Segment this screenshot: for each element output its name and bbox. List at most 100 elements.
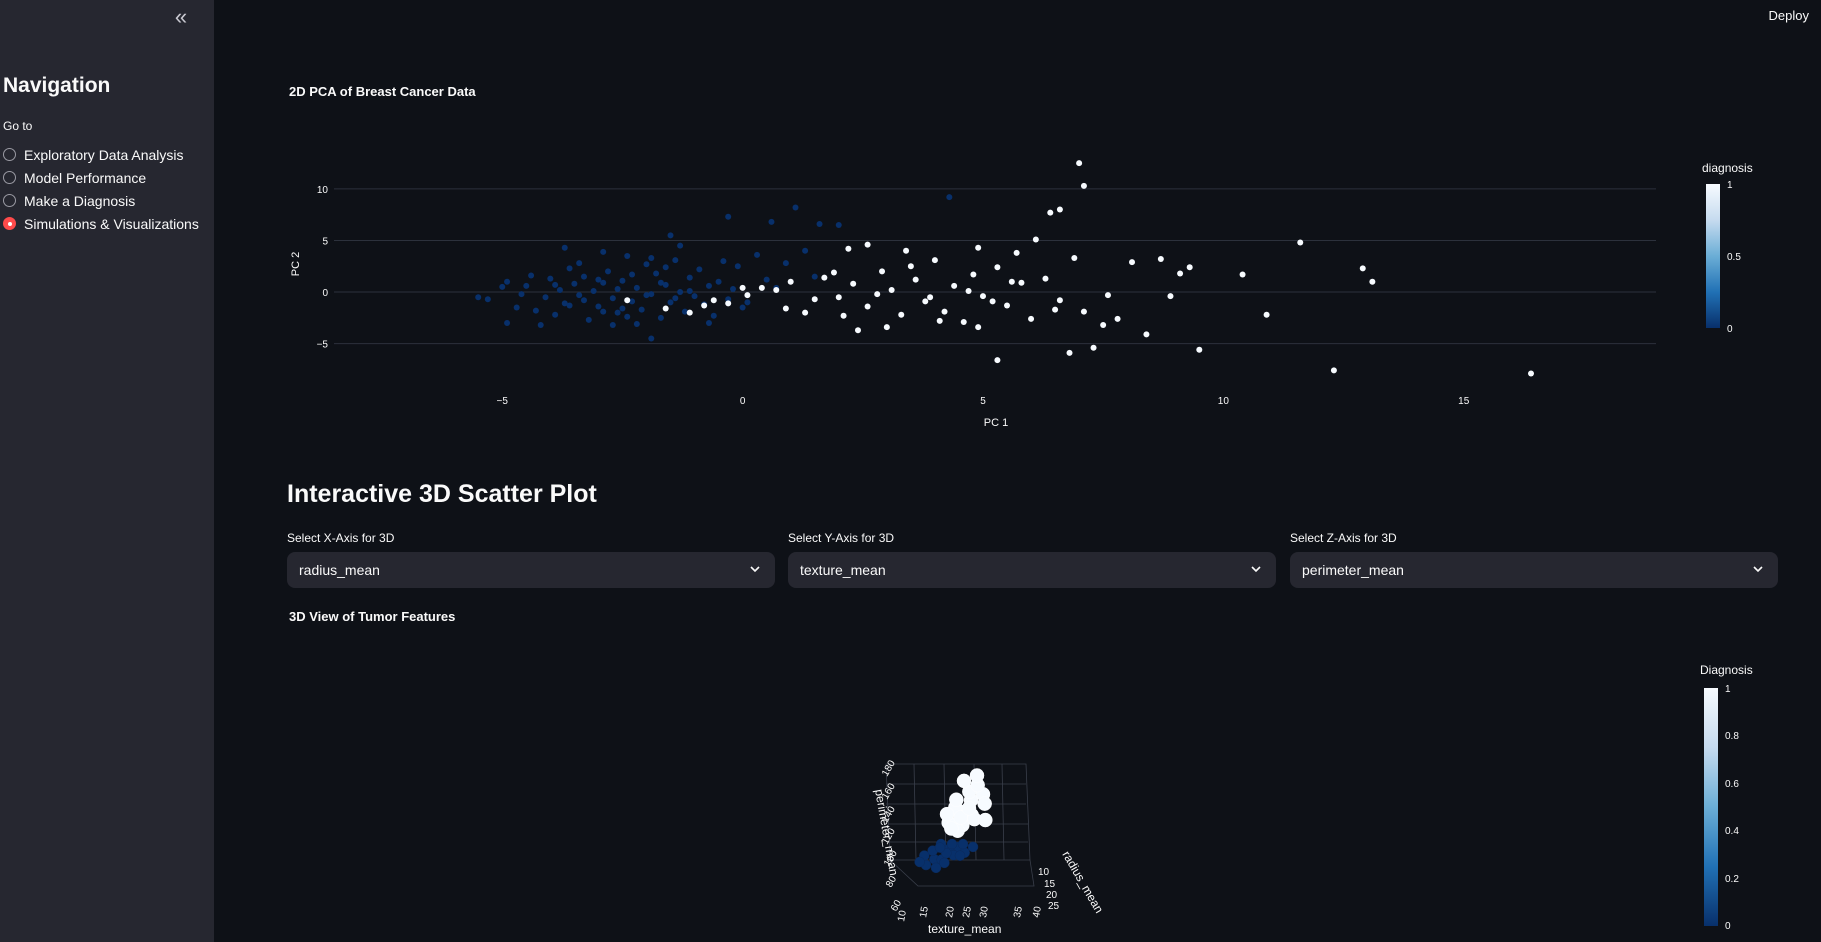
scatter-point-diagnosis-0[interactable] xyxy=(600,248,607,255)
scatter-point-diagnosis-0[interactable] xyxy=(576,292,583,299)
scatter-point-diagnosis-1[interactable] xyxy=(1100,322,1107,329)
scatter-point-diagnosis-0[interactable] xyxy=(667,299,674,306)
scatter-point-diagnosis-0[interactable] xyxy=(595,303,602,310)
scatter-point-diagnosis-0[interactable] xyxy=(556,286,563,293)
scatter-point-diagnosis-0[interactable] xyxy=(705,319,712,326)
scatter-point-diagnosis-1[interactable] xyxy=(941,308,948,315)
scatter-point-diagnosis-1[interactable] xyxy=(725,300,732,307)
scatter-point-diagnosis-1[interactable] xyxy=(1369,278,1376,285)
scatter-point-diagnosis-1[interactable] xyxy=(686,309,693,316)
chevrons-left-icon[interactable]: « xyxy=(168,4,194,30)
scatter-point-diagnosis-0[interactable] xyxy=(537,322,544,329)
scatter-point-diagnosis-1[interactable] xyxy=(1052,306,1059,313)
scatter-point-diagnosis-1[interactable] xyxy=(864,241,871,248)
scatter-point-diagnosis-1[interactable] xyxy=(970,271,977,278)
scatter-point-diagnosis-0[interactable] xyxy=(792,204,799,211)
scatter-point-diagnosis-0[interactable] xyxy=(715,278,722,285)
scatter-point-diagnosis-1[interactable] xyxy=(1186,264,1193,271)
scatter3d-chart[interactable]: 180 160 140 120 100 80 60 perimeter_mean… xyxy=(0,642,1821,942)
scatter-point-diagnosis-0[interactable] xyxy=(802,247,809,254)
scatter-point-diagnosis-1[interactable] xyxy=(1018,279,1025,286)
scatter3d-point-diagnosis-0[interactable] xyxy=(934,842,946,853)
y-axis-select[interactable]: texture_mean xyxy=(788,552,1276,588)
scatter-point-diagnosis-1[interactable] xyxy=(854,327,861,334)
scatter-point-diagnosis-0[interactable] xyxy=(595,276,602,283)
scatter-point-diagnosis-0[interactable] xyxy=(763,276,770,283)
scatter-point-diagnosis-0[interactable] xyxy=(734,263,741,270)
scatter-point-diagnosis-1[interactable] xyxy=(758,284,765,291)
scatter-point-diagnosis-0[interactable] xyxy=(624,313,631,320)
scatter-point-diagnosis-1[interactable] xyxy=(1157,256,1164,263)
scatter-point-diagnosis-1[interactable] xyxy=(874,291,881,298)
scatter-point-diagnosis-0[interactable] xyxy=(653,270,660,277)
scatter-point-diagnosis-1[interactable] xyxy=(1129,259,1136,266)
scatter-point-diagnosis-0[interactable] xyxy=(633,284,640,291)
scatter3d-point-diagnosis-0[interactable] xyxy=(946,838,958,850)
scatter-point-diagnosis-1[interactable] xyxy=(1196,346,1203,353)
scatter-point-diagnosis-0[interactable] xyxy=(720,258,727,265)
scatter-point-diagnosis-1[interactable] xyxy=(1047,209,1054,216)
scatter-point-diagnosis-1[interactable] xyxy=(840,312,847,319)
scatter-point-diagnosis-0[interactable] xyxy=(739,304,746,311)
scatter-point-diagnosis-1[interactable] xyxy=(1359,265,1366,272)
scatter-point-diagnosis-0[interactable] xyxy=(648,335,655,342)
scatter-point-diagnosis-1[interactable] xyxy=(994,264,1001,271)
scatter3d-point-diagnosis-0[interactable] xyxy=(914,856,925,868)
scatter-point-diagnosis-1[interactable] xyxy=(1028,315,1035,322)
scatter-point-diagnosis-1[interactable] xyxy=(744,292,751,299)
scatter-point-diagnosis-1[interactable] xyxy=(898,311,905,318)
scatter-point-diagnosis-0[interactable] xyxy=(686,288,693,295)
scatter-point-diagnosis-1[interactable] xyxy=(1114,315,1121,322)
scatter-point-diagnosis-0[interactable] xyxy=(730,285,737,292)
scatter-point-diagnosis-0[interactable] xyxy=(585,316,592,323)
scatter-point-diagnosis-0[interactable] xyxy=(571,280,578,287)
scatter-point-diagnosis-0[interactable] xyxy=(605,268,612,275)
scatter-point-diagnosis-1[interactable] xyxy=(773,286,780,293)
scatter-point-diagnosis-0[interactable] xyxy=(643,292,650,299)
scatter-point-diagnosis-1[interactable] xyxy=(879,268,886,275)
scatter-point-diagnosis-1[interactable] xyxy=(965,288,972,295)
scatter-point-diagnosis-0[interactable] xyxy=(532,307,539,314)
scatter3d-point-diagnosis-0[interactable] xyxy=(930,862,942,874)
scatter-point-diagnosis-1[interactable] xyxy=(1042,275,1049,282)
scatter-point-diagnosis-0[interactable] xyxy=(946,194,953,201)
scatter-point-diagnosis-0[interactable] xyxy=(672,295,679,302)
scatter-point-diagnosis-1[interactable] xyxy=(1167,293,1174,300)
scatter-point-diagnosis-0[interactable] xyxy=(667,232,674,239)
scatter-point-diagnosis-1[interactable] xyxy=(1032,236,1039,243)
scatter-point-diagnosis-1[interactable] xyxy=(903,247,910,254)
scatter-point-diagnosis-1[interactable] xyxy=(975,324,982,331)
scatter-point-diagnosis-0[interactable] xyxy=(542,294,549,301)
deploy-button[interactable]: Deploy xyxy=(1769,8,1809,23)
scatter3d-point-diagnosis-1[interactable] xyxy=(961,801,977,816)
scatter-point-diagnosis-0[interactable] xyxy=(552,311,559,318)
scatter-point-diagnosis-0[interactable] xyxy=(609,322,616,329)
scatter3d-point-diagnosis-1[interactable] xyxy=(978,812,993,828)
scatter-point-diagnosis-0[interactable] xyxy=(633,321,640,328)
scatter-point-diagnosis-0[interactable] xyxy=(528,272,535,279)
z-axis-select[interactable]: perimeter_mean xyxy=(1290,552,1778,588)
scatter-point-diagnosis-0[interactable] xyxy=(518,291,525,298)
scatter-point-diagnosis-0[interactable] xyxy=(710,312,717,319)
scatter-point-diagnosis-0[interactable] xyxy=(614,285,621,292)
scatter-point-diagnosis-1[interactable] xyxy=(989,298,996,305)
scatter-point-diagnosis-0[interactable] xyxy=(816,220,823,227)
scatter-point-diagnosis-0[interactable] xyxy=(624,252,631,259)
scatter-point-diagnosis-0[interactable] xyxy=(725,213,732,220)
scatter-point-diagnosis-0[interactable] xyxy=(629,271,636,278)
scatter-point-diagnosis-1[interactable] xyxy=(1004,302,1011,309)
scatter-point-diagnosis-0[interactable] xyxy=(662,264,669,271)
scatter-point-diagnosis-1[interactable] xyxy=(1071,255,1078,262)
scatter-point-diagnosis-1[interactable] xyxy=(979,293,986,300)
scatter-point-diagnosis-0[interactable] xyxy=(768,218,775,225)
scatter-point-diagnosis-1[interactable] xyxy=(975,244,982,251)
scatter-point-diagnosis-1[interactable] xyxy=(830,269,837,276)
scatter-point-diagnosis-1[interactable] xyxy=(802,309,809,316)
scatter-point-diagnosis-1[interactable] xyxy=(1076,160,1083,167)
scatter-point-diagnosis-0[interactable] xyxy=(835,222,842,229)
scatter-point-diagnosis-0[interactable] xyxy=(619,305,626,312)
scatter-point-diagnosis-1[interactable] xyxy=(787,278,794,285)
scatter-point-diagnosis-0[interactable] xyxy=(609,295,616,302)
scatter-point-diagnosis-0[interactable] xyxy=(686,274,693,281)
scatter-point-diagnosis-1[interactable] xyxy=(1177,270,1184,277)
